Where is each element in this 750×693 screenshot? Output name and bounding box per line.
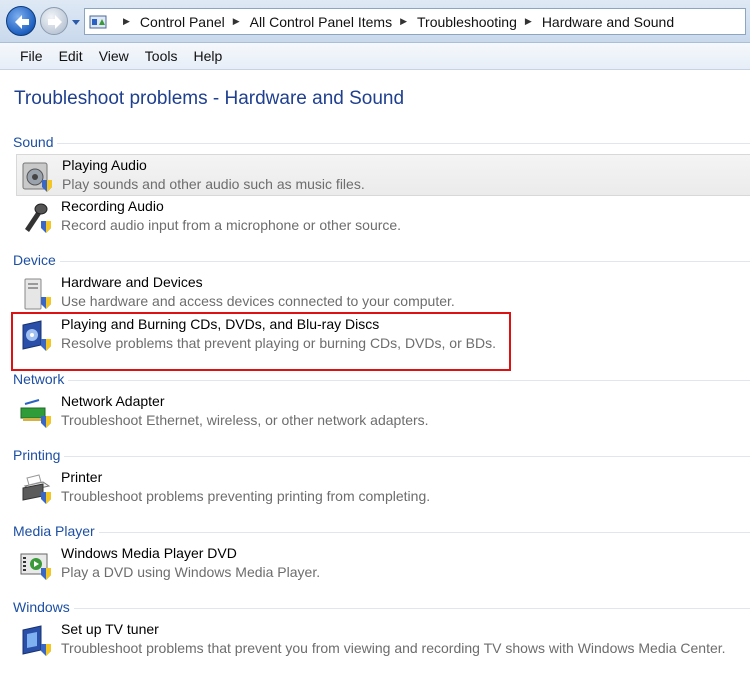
group-network: Network Network Adapter Troubleshoot Eth… xyxy=(0,371,750,433)
group-sound: Sound Playing Audio Play sounds and othe… xyxy=(0,134,750,238)
divider xyxy=(13,456,750,457)
breadcrumb-item[interactable]: Control Panel xyxy=(140,14,225,30)
item-description: Play a DVD using Windows Media Player. xyxy=(61,564,321,580)
divider xyxy=(13,261,750,262)
item-title: Set up TV tuner xyxy=(61,621,159,637)
group-label: Printing xyxy=(13,447,65,463)
troubleshooter-tv-tuner[interactable]: Set up TV tuner Troubleshoot problems th… xyxy=(16,619,750,661)
group-header: Windows xyxy=(0,599,750,619)
breadcrumb-item[interactable]: Hardware and Sound xyxy=(542,14,674,30)
item-description: Record audio input from a microphone or … xyxy=(61,217,402,233)
troubleshooter-media-player-dvd[interactable]: Windows Media Player DVD Play a DVD usin… xyxy=(16,543,750,585)
menu-bar: File Edit View Tools Help xyxy=(0,43,750,70)
speaker-icon xyxy=(22,162,52,192)
item-description: Use hardware and access devices connecte… xyxy=(61,293,455,309)
back-button[interactable] xyxy=(6,6,36,36)
chevron-right-icon: ▶ xyxy=(123,16,130,26)
group-header: Sound xyxy=(0,134,750,154)
chevron-right-icon: ▶ xyxy=(524,16,532,26)
item-title: Network Adapter xyxy=(61,393,165,409)
divider xyxy=(13,380,750,381)
group-label: Media Player xyxy=(13,523,99,539)
troubleshooter-printer[interactable]: Printer Troubleshoot problems preventing… xyxy=(16,467,750,509)
address-bar: ▶ Control Panel ▶ All Control Panel Item… xyxy=(0,0,750,43)
chevron-right-icon: ▶ xyxy=(400,16,407,26)
menu-help[interactable]: Help xyxy=(185,48,230,64)
menu-file[interactable]: File xyxy=(12,48,51,64)
divider xyxy=(13,143,750,144)
item-title: Playing Audio xyxy=(62,157,147,173)
content-area: Troubleshoot problems - Hardware and Sou… xyxy=(0,71,750,693)
network-adapter-icon xyxy=(20,399,51,428)
group-label: Device xyxy=(13,252,60,268)
divider xyxy=(13,608,750,609)
menu-tools[interactable]: Tools xyxy=(137,48,186,64)
item-title: Windows Media Player DVD xyxy=(61,545,237,561)
item-title: Hardware and Devices xyxy=(61,274,203,290)
computer-tower-icon xyxy=(24,278,51,310)
highlight-box xyxy=(11,312,511,371)
media-player-icon xyxy=(20,553,51,580)
control-panel-icon xyxy=(89,15,107,28)
item-description: Play sounds and other audio such as musi… xyxy=(62,176,365,192)
item-description: Troubleshoot problems that prevent you f… xyxy=(61,640,726,656)
group-media-player: Media Player Windows Media Player DVD Pl… xyxy=(0,523,750,585)
forward-button[interactable] xyxy=(40,7,68,35)
breadcrumb[interactable]: ▶ Control Panel ▶ All Control Panel Item… xyxy=(84,8,746,35)
group-header: Printing xyxy=(0,447,750,467)
printer-icon xyxy=(22,474,51,504)
chevron-right-icon: ▶ xyxy=(232,16,240,26)
group-label: Network xyxy=(13,371,69,387)
group-label: Windows xyxy=(13,599,74,615)
back-arrow-icon xyxy=(15,15,29,29)
group-header: Network xyxy=(0,371,750,391)
group-header: Device xyxy=(0,252,750,272)
group-windows: Windows Set up TV tuner Troubleshoot pro… xyxy=(0,599,750,661)
tv-tuner-icon xyxy=(22,625,51,656)
item-description: Troubleshoot problems preventing printin… xyxy=(61,488,431,504)
group-label: Sound xyxy=(13,134,58,150)
page-title: Troubleshoot problems - Hardware and Sou… xyxy=(14,88,405,109)
breadcrumb-item[interactable]: All Control Panel Items xyxy=(250,14,392,30)
menu-edit[interactable]: Edit xyxy=(51,48,91,64)
divider xyxy=(13,532,750,533)
breadcrumb-item[interactable]: Troubleshooting xyxy=(417,14,517,30)
recent-pages-icon[interactable] xyxy=(71,17,81,27)
menu-view[interactable]: View xyxy=(91,48,137,64)
item-title: Recording Audio xyxy=(61,198,164,214)
troubleshooter-hardware-devices[interactable]: Hardware and Devices Use hardware and ac… xyxy=(16,272,750,314)
group-header: Media Player xyxy=(0,523,750,543)
troubleshooter-playing-audio[interactable]: Playing Audio Play sounds and other audi… xyxy=(16,154,750,196)
item-description: Troubleshoot Ethernet, wireless, or othe… xyxy=(61,412,429,428)
microphone-icon xyxy=(25,203,51,233)
troubleshooter-recording-audio[interactable]: Recording Audio Record audio input from … xyxy=(16,196,750,238)
forward-arrow-icon xyxy=(48,15,62,29)
item-title: Printer xyxy=(61,469,103,485)
group-printing: Printing Printer Troubleshoot problems p… xyxy=(0,447,750,509)
troubleshooter-network-adapter[interactable]: Network Adapter Troubleshoot Ethernet, w… xyxy=(16,391,750,433)
